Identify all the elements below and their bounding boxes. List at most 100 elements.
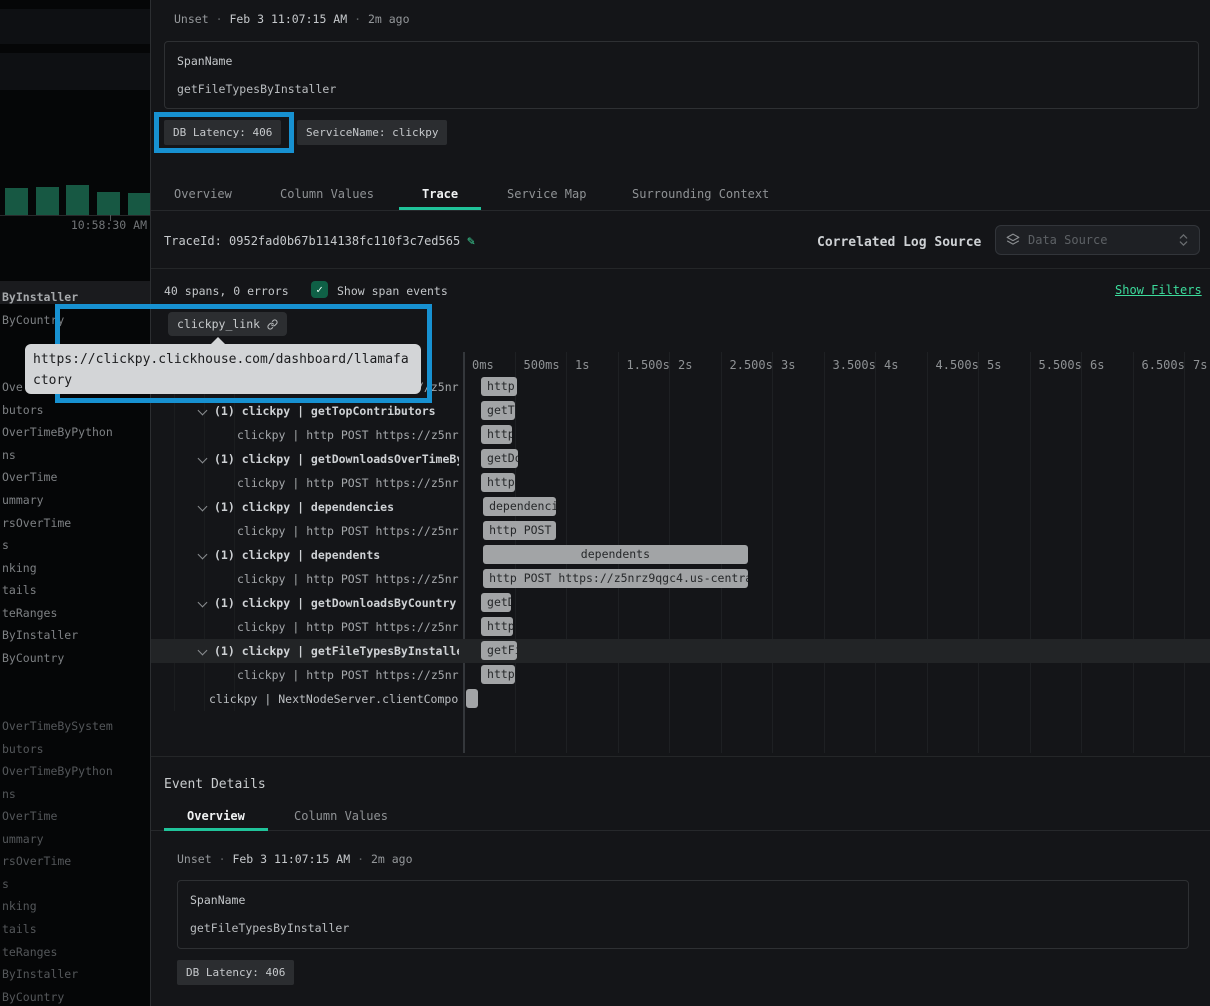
trace-span-row[interactable]: clickpy | http POST https://z5nrz http PO… <box>151 615 1210 639</box>
sidebar-item[interactable]: OverTimeBySystem <box>2 719 113 733</box>
trace-span-row[interactable]: clickpy | http POST https://z5nrz http PO… <box>151 471 1210 495</box>
chevron-down-icon[interactable] <box>198 598 208 608</box>
trace-span-row[interactable]: clickpy | http POST https://z5nrz http PO… <box>151 423 1210 447</box>
span-bar[interactable]: http POST https://z5nrz9qgc4.us-central <box>483 569 748 588</box>
sidebar-item[interactable]: ByCountry <box>2 990 64 1004</box>
span-bar[interactable] <box>466 689 478 708</box>
span-bar[interactable]: getDownloadsOverTimeBy <box>481 449 518 468</box>
span-row-label-text: clickpy | NextNodeServer.clientCompone <box>209 687 459 711</box>
trace-span-row[interactable]: (1) clickpy | getFileTypesByInstaller get… <box>151 639 1210 663</box>
axis-tick-label: 5s <box>987 358 1001 372</box>
span-row-label-text: (1) clickpy | getDownloadsByCountry <box>214 591 456 615</box>
sidebar-item[interactable]: butors <box>2 403 44 417</box>
trace-span-row[interactable]: clickpy | http POST https://z5nrz http PO… <box>151 567 1210 591</box>
sidebar-item[interactable]: s <box>2 877 9 891</box>
chevron-down-icon[interactable] <box>198 646 208 656</box>
event-db-latency-badge[interactable]: DB Latency: 406 <box>177 960 294 985</box>
trace-span-row[interactable]: clickpy | NextNodeServer.clientCompone <box>151 687 1210 711</box>
span-bar[interactable]: http POST https://z5nrz9qgc4.us-central <box>481 425 512 444</box>
span-row-label: (1) clickpy | getDownloadsByCountry <box>164 591 459 615</box>
chevron-down-icon[interactable] <box>198 454 208 464</box>
sidebar-item[interactable]: tails <box>2 583 37 597</box>
trace-span-row[interactable]: (1) clickpy | getDownloadsByCountry getDo… <box>151 591 1210 615</box>
span-row-label: (1) clickpy | dependencies <box>164 495 459 519</box>
trace-span-row[interactable]: clickpy | http POST https://z5nrz http PO… <box>151 663 1210 687</box>
span-bar[interactable]: http POST https://z5nrz9qgc4.us-central <box>481 665 515 684</box>
event-span-name-card: SpanName getFileTypesByInstaller <box>177 880 1189 949</box>
span-row-label: (1) clickpy | getDownloadsOverTimeByS <box>164 447 459 471</box>
axis-tick-label: 3s <box>781 358 795 372</box>
tooltip-url-line2: ctory <box>33 370 421 391</box>
chevron-down-icon[interactable] <box>198 550 208 560</box>
sidebar-item[interactable]: OverTime <box>2 809 57 823</box>
external-link-icon <box>267 319 278 330</box>
span-row-label: (1) clickpy | getFileTypesByInstaller <box>164 639 459 663</box>
trace-span-row[interactable]: (1) clickpy | getDownloadsOverTimeByS get… <box>151 447 1210 471</box>
axis-tick-label: 4.500s <box>936 358 979 372</box>
span-row-label-text: clickpy | http POST https://z5nrz <box>237 519 459 543</box>
sidebar-item[interactable]: rsOverTime <box>2 854 71 868</box>
clickpy-link-badge[interactable]: clickpy_link <box>168 312 287 336</box>
span-bar[interactable]: http <box>481 377 517 396</box>
span-bar[interactable]: http POST https://z5nrz9qgc4.us-central <box>481 617 513 636</box>
span-bar[interactable]: getTopContributors <box>481 401 515 420</box>
axis-tick-label: 500ms <box>524 358 560 372</box>
axis-tick-label: 6.500s <box>1142 358 1185 372</box>
sidebar-item[interactable]: teRanges <box>2 606 57 620</box>
chevron-down-icon[interactable] <box>198 502 208 512</box>
span-bar[interactable]: http POST https://z5nrz9qgc4.us-central <box>481 473 515 492</box>
sidebar-item[interactable]: rsOverTime <box>2 516 71 530</box>
trace-span-row[interactable]: (1) clickpy | dependents dependents <box>151 543 1210 567</box>
axis-tick-label: 0ms <box>472 358 494 372</box>
sidebar-item[interactable]: butors <box>2 742 44 756</box>
sidebar-item[interactable]: ByInstaller <box>2 628 78 642</box>
sidebar-item[interactable]: ByCountry <box>2 651 64 665</box>
sidebar-item[interactable]: Ove <box>2 380 23 394</box>
span-row-label: (1) clickpy | dependents <box>164 543 459 567</box>
span-row-label-text: (1) clickpy | getFileTypesByInstaller <box>214 639 459 663</box>
sidebar-item[interactable]: ns <box>2 787 16 801</box>
tab-column-values[interactable]: Column Values <box>294 809 388 823</box>
sidebar-item[interactable]: ummary <box>2 832 44 846</box>
sidebar-item[interactable]: ummary <box>2 493 44 507</box>
axis-tick-label: 2.500s <box>730 358 773 372</box>
sidebar-item[interactable]: teRanges <box>2 945 57 959</box>
sidebar-item[interactable]: OverTimeByPython <box>2 764 113 778</box>
span-bar[interactable]: getDownloadsByCountry <box>481 593 511 612</box>
span-row-label-text: (1) clickpy | dependencies <box>214 495 394 519</box>
trace-span-row[interactable]: clickpy | http POST https://z5nrz http PO… <box>151 519 1210 543</box>
span-row-label-text: clickpy | http POST https://z5nrz <box>237 663 459 687</box>
span-bar[interactable]: dependencies <box>483 497 556 516</box>
axis-tick-label: 3.500s <box>833 358 876 372</box>
sidebar-item[interactable]: ByInstaller <box>2 967 78 981</box>
span-bar[interactable]: http POST https://z5nrz9qgc4.us-central <box>483 521 556 540</box>
sidebar-item[interactable]: ByInstaller <box>2 290 78 304</box>
span-row-label-text: clickpy | http POST https://z5nrz <box>237 471 459 495</box>
axis-tick-label: 6s <box>1090 358 1104 372</box>
trace-side-panel: Unset · Feb 3 11:07:15 AM · 2m ago SpanN… <box>150 0 1210 1006</box>
sidebar-item[interactable]: nking <box>2 899 37 913</box>
sidebar-item[interactable]: tails <box>2 922 37 936</box>
span-row-label-text: clickpy | http POST https://z5nrz <box>237 423 459 447</box>
histogram-bar <box>36 187 59 215</box>
sidebar-item[interactable]: OverTimeByPython <box>2 425 113 439</box>
chevron-down-icon[interactable] <box>198 406 208 416</box>
sidebar-item[interactable]: OverTime <box>2 470 57 484</box>
span-row-label-text: (1) clickpy | dependents <box>214 543 380 567</box>
span-row-label: clickpy | http POST https://z5nrz <box>164 423 459 447</box>
sidebar-item[interactable]: nking <box>2 561 37 575</box>
sidebar-item[interactable]: ns <box>2 448 16 462</box>
tab-overview[interactable]: Overview <box>187 809 245 823</box>
span-row-label-text: clickpy | http POST https://z5nrz <box>237 615 459 639</box>
sidebar-item[interactable]: s <box>2 538 9 552</box>
section-divider <box>151 756 1210 757</box>
span-row-label: clickpy | http POST https://z5nrz <box>164 567 459 591</box>
span-row-label: clickpy | http POST https://z5nrz <box>164 519 459 543</box>
span-bar[interactable]: getFileTypesByInstaller <box>481 641 517 660</box>
app-root: 10:58:30 AM ByInstallerByCountryOvebutor… <box>0 0 1210 1006</box>
trace-span-row[interactable]: (1) clickpy | dependencies dependencies <box>151 495 1210 519</box>
span-bar[interactable]: dependents <box>483 545 748 564</box>
histogram-baseline <box>0 215 150 216</box>
span-row-label-text: clickpy | http POST https://z5nrz <box>237 567 459 591</box>
link-url-tooltip: https://clickpy.clickhouse.com/dashboard… <box>25 344 421 394</box>
